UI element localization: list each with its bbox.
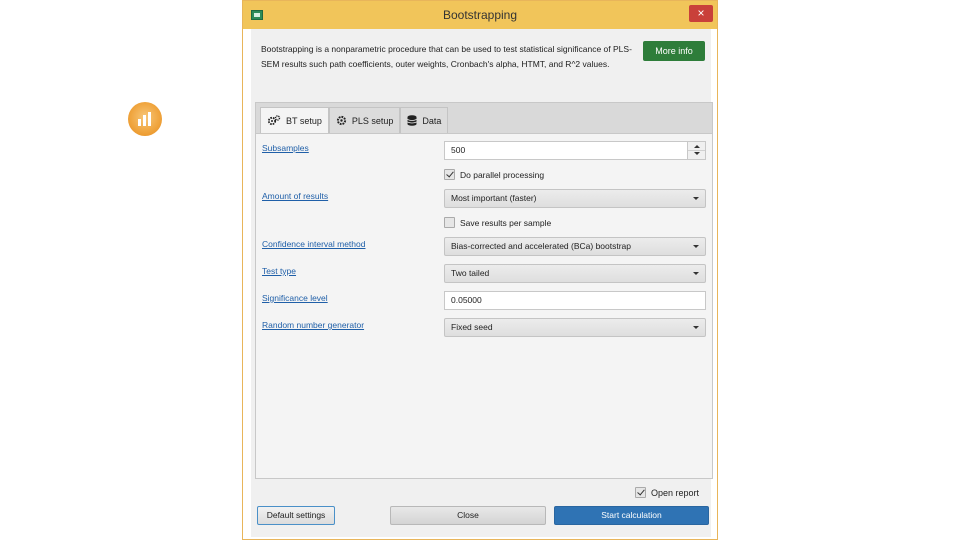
tab-pls-setup[interactable]: PLS setup bbox=[328, 107, 401, 133]
significance-level-link[interactable]: Significance level bbox=[262, 293, 328, 303]
chart-icon bbox=[138, 112, 151, 126]
amount-of-results-link[interactable]: Amount of results bbox=[262, 191, 328, 201]
tab-bt-setup[interactable]: BT setup bbox=[260, 107, 329, 133]
random-number-generator-select[interactable]: Fixed seed bbox=[444, 318, 706, 337]
chevron-down-icon bbox=[693, 326, 699, 329]
default-settings-button[interactable]: Default settings bbox=[257, 506, 335, 525]
spin-up-icon[interactable] bbox=[694, 145, 700, 148]
significance-level-input[interactable]: 0.05000 bbox=[444, 291, 706, 310]
tab-label: Data bbox=[422, 115, 442, 126]
dialog-content: Bootstrapping is a nonparametric procedu… bbox=[251, 29, 713, 537]
subsamples-value: 500 bbox=[451, 145, 466, 155]
test-type-link[interactable]: Test type bbox=[262, 266, 296, 276]
checkbox-label: Save results per sample bbox=[460, 217, 552, 228]
description-text: Bootstrapping is a nonparametric procedu… bbox=[261, 44, 632, 69]
checkbox-checked-icon[interactable] bbox=[444, 169, 455, 180]
confidence-interval-select[interactable]: Bias-corrected and accelerated (BCa) boo… bbox=[444, 237, 706, 256]
tab-label: BT setup bbox=[286, 115, 322, 126]
select-value: Fixed seed bbox=[451, 322, 493, 332]
chevron-down-icon bbox=[693, 197, 699, 200]
window-title: Bootstrapping bbox=[442, 8, 518, 22]
select-value: Bias-corrected and accelerated (BCa) boo… bbox=[451, 241, 632, 251]
select-value: Most important (faster) bbox=[451, 193, 537, 203]
save-results-checkbox[interactable]: Save results per sample bbox=[444, 217, 551, 228]
gear-icon bbox=[336, 115, 346, 126]
open-report-checkbox[interactable]: Open report bbox=[634, 487, 699, 498]
checkbox-checked-icon[interactable] bbox=[634, 487, 646, 498]
bt-setup-panel: Subsamples 500 Do parallel processing Am… bbox=[256, 133, 712, 478]
app-desktop-icon[interactable] bbox=[128, 102, 162, 136]
subsamples-spinner[interactable]: 500 bbox=[444, 141, 706, 160]
tab-data[interactable]: Data bbox=[400, 107, 449, 133]
bootstrapping-dialog: Bootstrapping × Bootstrapping is a nonpa… bbox=[242, 0, 718, 540]
title-bar[interactable]: Bootstrapping × bbox=[243, 1, 717, 29]
database-icon bbox=[407, 115, 418, 126]
start-calculation-button[interactable]: Start calculation bbox=[554, 506, 709, 525]
tab-strip: BT setup PLS setup Data bbox=[260, 107, 449, 133]
chevron-down-icon bbox=[693, 272, 699, 275]
checkbox-label: Do parallel processing bbox=[460, 169, 545, 180]
test-type-select[interactable]: Two tailed bbox=[444, 264, 706, 283]
close-icon[interactable]: × bbox=[689, 5, 713, 22]
parallel-processing-checkbox[interactable]: Do parallel processing bbox=[444, 169, 544, 180]
random-number-generator-link[interactable]: Random number generator bbox=[262, 320, 364, 330]
close-button[interactable]: Close bbox=[390, 506, 546, 525]
spin-down-icon[interactable] bbox=[694, 152, 700, 155]
amount-of-results-select[interactable]: Most important (faster) bbox=[444, 189, 706, 208]
checkbox-unchecked-icon[interactable] bbox=[444, 217, 455, 228]
tab-label: PLS setup bbox=[351, 115, 394, 126]
input-value: 0.05000 bbox=[451, 295, 482, 305]
gears-icon bbox=[267, 115, 281, 126]
more-info-button[interactable]: More info bbox=[643, 41, 705, 61]
chevron-down-icon bbox=[693, 245, 699, 248]
subsamples-link[interactable]: Subsamples bbox=[262, 143, 309, 153]
tab-pane: BT setup PLS setup Data Subsamples 500 D… bbox=[255, 102, 713, 479]
confidence-interval-link[interactable]: Confidence interval method bbox=[262, 239, 365, 249]
checkbox-label: Open report bbox=[650, 487, 699, 498]
spinner-buttons[interactable] bbox=[687, 142, 705, 159]
select-value: Two tailed bbox=[451, 268, 490, 278]
